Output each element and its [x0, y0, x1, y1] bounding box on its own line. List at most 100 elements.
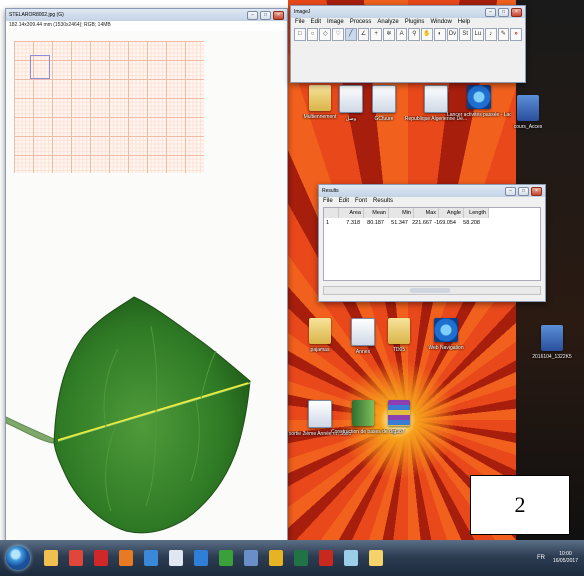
- column-header[interactable]: Mean: [364, 208, 389, 218]
- desktop-icon-label: g387: [393, 429, 405, 435]
- close-button[interactable]: ×: [273, 10, 284, 20]
- imagej-menu-edit[interactable]: Edit: [311, 19, 321, 25]
- taskbar-pdf-button[interactable]: [315, 546, 337, 570]
- results-window[interactable]: Results – □ × File Edit Font Results Area Me…: [318, 184, 546, 302]
- desktop-icon[interactable]: Web Navigation: [414, 318, 478, 351]
- minimize-button[interactable]: –: [505, 186, 516, 196]
- image-window-title: STELAROR8002.jpg (G): [9, 12, 64, 18]
- stack-tool-icon[interactable]: St: [459, 28, 472, 41]
- freehand-tool-icon[interactable]: ♡: [332, 28, 344, 41]
- imagej-menu-analyze[interactable]: Analyze: [377, 19, 398, 25]
- taskbar-image-viewer-button[interactable]: [240, 546, 262, 570]
- taskbar-excel-button[interactable]: [290, 546, 312, 570]
- rectangle-tool-icon[interactable]: □: [294, 28, 306, 41]
- imagej-menu-image[interactable]: Image: [327, 19, 344, 25]
- maximize-button[interactable]: □: [498, 7, 509, 17]
- desktop-icon[interactable]: cours_Acces: [496, 95, 560, 130]
- brush-tool-icon[interactable]: ♪: [484, 28, 497, 41]
- imagej-window[interactable]: ImageJ – □ × File Edit Image Process Analyze…: [290, 5, 526, 83]
- image-window-titlebar[interactable]: STELAROR8002.jpg (G) – □ ×: [6, 9, 287, 21]
- rar-icon: [388, 400, 410, 426]
- imagej-menu-help[interactable]: Help: [458, 19, 470, 25]
- more-tools-icon[interactable]: »: [510, 28, 522, 41]
- results-menubar: File Edit Font Results: [319, 197, 545, 205]
- minimize-button[interactable]: –: [485, 7, 496, 17]
- table-cell: -169.054: [434, 220, 456, 226]
- figure-label: 2: [470, 475, 570, 535]
- results-table[interactable]: Area Mean Min Max Angle Length 1 7.318 80.187 51.…: [323, 207, 541, 281]
- doc-icon: [169, 550, 183, 566]
- imagej-menu-file[interactable]: File: [295, 19, 305, 25]
- pic-icon: [541, 325, 563, 351]
- image-window[interactable]: STELAROR8002.jpg (G) – □ × 182.14x309.44…: [5, 8, 288, 542]
- column-header[interactable]: Min: [389, 208, 414, 218]
- clock[interactable]: 10:00 16/05/2017: [553, 551, 578, 565]
- wand-tool-icon[interactable]: ✲: [383, 28, 395, 41]
- taskbar-opera-button[interactable]: [90, 546, 112, 570]
- imagej-title: ImageJ: [294, 9, 311, 15]
- imagej-menu-window[interactable]: Window: [430, 19, 451, 25]
- start-button[interactable]: [6, 546, 30, 570]
- close-button[interactable]: ×: [511, 7, 522, 17]
- results-horizontal-scrollbar[interactable]: [323, 286, 541, 295]
- magnify-tool-icon[interactable]: ⚲: [408, 28, 421, 41]
- column-header[interactable]: Area: [339, 208, 364, 218]
- taskbar-chrome-2-button[interactable]: [265, 546, 287, 570]
- text-tool-icon[interactable]: A: [395, 28, 408, 41]
- taskbar-doc-button[interactable]: [165, 546, 187, 570]
- dev-tool-icon[interactable]: Dv: [446, 28, 459, 41]
- desktop-icon[interactable]: 2016104_1322K5: [520, 325, 584, 360]
- results-titlebar[interactable]: Results – □ ×: [319, 185, 545, 197]
- doc-icon: [308, 400, 332, 428]
- taskbar-imagej-button[interactable]: [365, 546, 387, 570]
- table-cell: 1: [326, 220, 330, 226]
- line-tool-icon[interactable]: ╱: [344, 28, 357, 41]
- scanned-image-canvas[interactable]: [6, 31, 287, 541]
- network-icon: [144, 550, 158, 566]
- oval-tool-icon[interactable]: ○: [306, 28, 319, 41]
- dropper-tool-icon[interactable]: ◐: [433, 28, 446, 41]
- column-header[interactable]: [324, 208, 339, 218]
- desktop-icon[interactable]: g387: [367, 400, 431, 435]
- imagej-menu-process[interactable]: Process: [350, 19, 372, 25]
- pdf-icon: [319, 550, 333, 566]
- excel-icon: [294, 550, 308, 566]
- chrome-2-icon: [269, 550, 283, 566]
- taskbar: FR 10:00 16/05/2017: [0, 540, 584, 576]
- results-menu-edit[interactable]: Edit: [339, 198, 349, 204]
- point-tool-icon[interactable]: +: [370, 28, 383, 41]
- results-menu-file[interactable]: File: [323, 198, 333, 204]
- imagej-menu-plugins[interactable]: Plugins: [405, 19, 425, 25]
- table-row[interactable]: 1 7.318 80.187 51.347 221.667 -169.054 58.208: [324, 218, 540, 228]
- column-header[interactable]: Angle: [439, 208, 464, 218]
- taskbar-excel-chart-button[interactable]: [215, 546, 237, 570]
- taskbar-ie-button[interactable]: [190, 546, 212, 570]
- taskbar-paint-button[interactable]: [340, 546, 362, 570]
- minimize-button[interactable]: –: [247, 10, 258, 20]
- hand-tool-icon[interactable]: ✋: [421, 28, 433, 41]
- language-indicator[interactable]: FR: [537, 555, 545, 561]
- maximize-button[interactable]: □: [260, 10, 271, 20]
- pencil-tool-icon[interactable]: ✎: [497, 28, 510, 41]
- taskbar-firefox-button[interactable]: [115, 546, 137, 570]
- taskbar-explorer-button[interactable]: [40, 546, 62, 570]
- folder-icon: [388, 318, 410, 344]
- leaf-stem: [6, 416, 60, 444]
- maximize-button[interactable]: □: [518, 186, 529, 196]
- results-menu-font[interactable]: Font: [355, 198, 367, 204]
- close-button[interactable]: ×: [531, 186, 542, 196]
- clock-time: 10:00: [559, 551, 572, 557]
- column-header[interactable]: Length: [464, 208, 489, 218]
- column-header[interactable]: Max: [414, 208, 439, 218]
- taskbar-chrome-button[interactable]: [65, 546, 87, 570]
- lut-tool-icon[interactable]: Lu: [472, 28, 484, 41]
- angle-tool-icon[interactable]: ∠: [357, 28, 370, 41]
- imagej-titlebar[interactable]: ImageJ – □ ×: [291, 6, 525, 18]
- table-cell: 58.208: [463, 220, 480, 226]
- taskbar-network-button[interactable]: [140, 546, 162, 570]
- paint-icon: [344, 550, 358, 566]
- firefox-icon: [119, 550, 133, 566]
- polygon-tool-icon[interactable]: ◇: [319, 28, 332, 41]
- desktop-icon-label: 2016104_1322K5: [532, 354, 572, 360]
- results-menu-results[interactable]: Results: [373, 198, 393, 204]
